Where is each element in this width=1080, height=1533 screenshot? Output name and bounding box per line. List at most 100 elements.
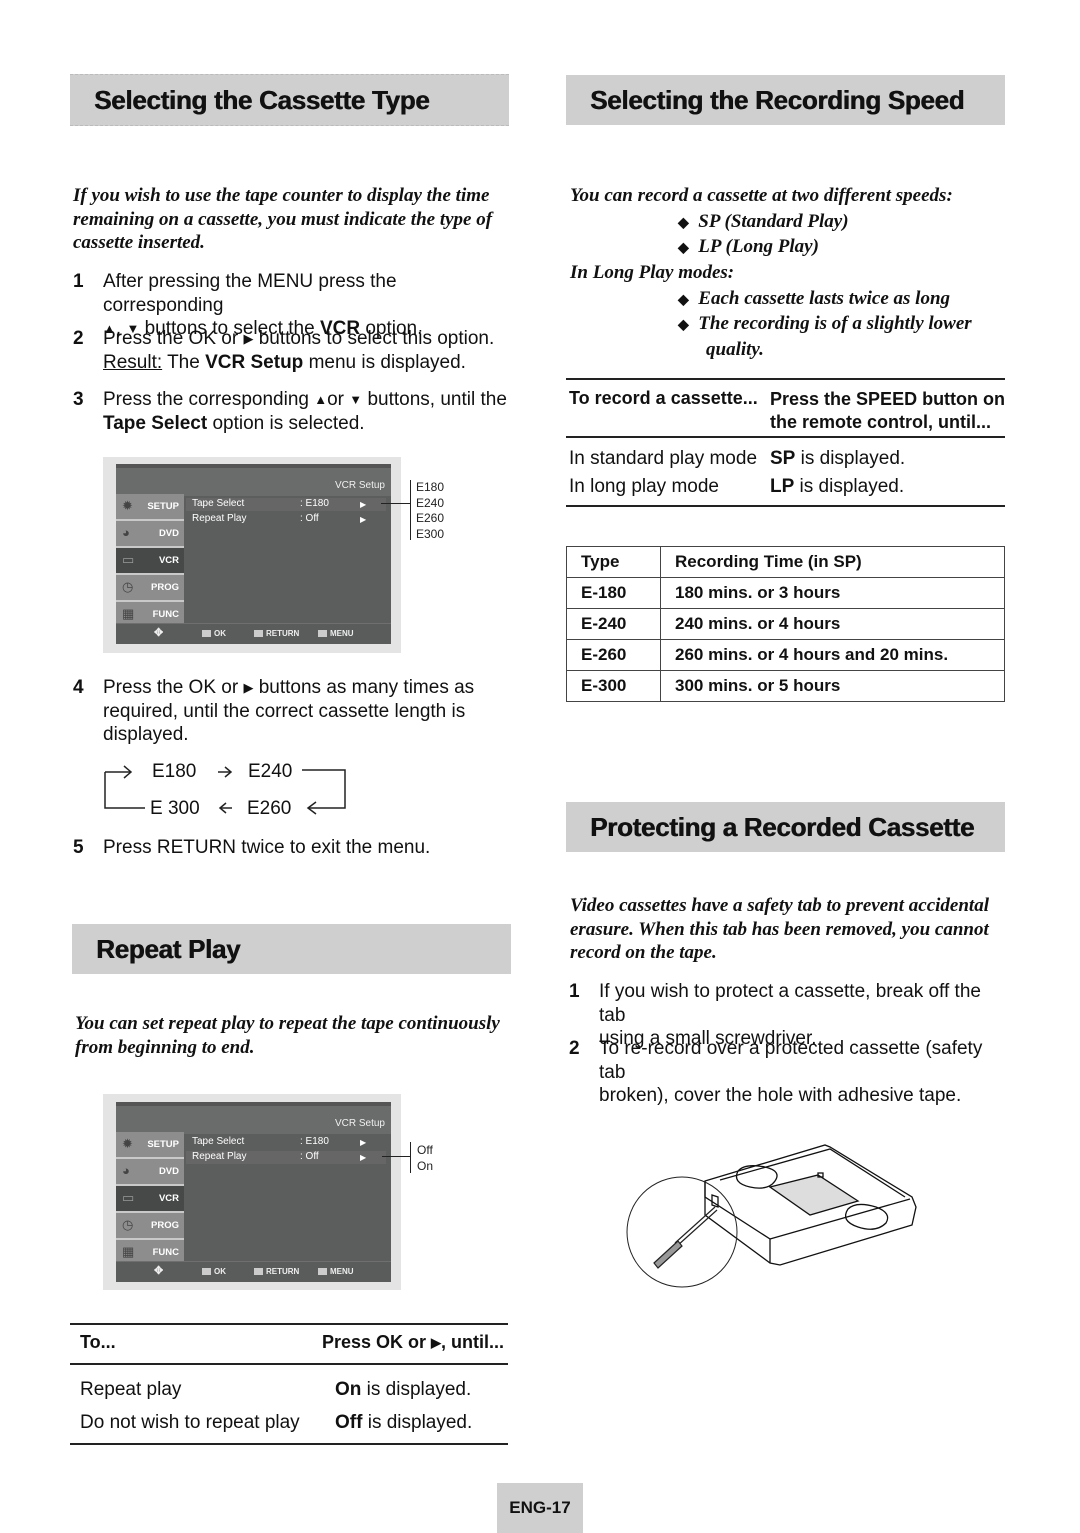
speed-option: ◆ SP (Standard Play) — [678, 211, 849, 232]
osd-menu-setup[interactable]: ✹ SETUP — [116, 494, 184, 521]
cycle-arrows — [104, 765, 346, 815]
down-arrow-icon: ▼ — [349, 392, 363, 407]
lp-note-cont: quality. — [706, 339, 764, 360]
osd-menu-dvd[interactable]: ◕ DVD — [116, 1159, 184, 1186]
intro-protecting: Video cassettes have a safety tab to pre… — [570, 895, 989, 963]
section-header-repeat-play: Repeat Play — [72, 924, 511, 974]
hand-icon: ▦ — [122, 1244, 135, 1259]
callout-bracket — [410, 1142, 411, 1173]
intro-cassette-type: If you wish to use the tape counter to d… — [73, 185, 493, 253]
section-header-cassette-type: Selecting the Cassette Type — [70, 74, 509, 126]
osd-menu-dvd[interactable]: ◕ DVD — [116, 521, 184, 548]
speed-table-row-result: SP is displayed. — [770, 448, 906, 469]
vcr-icon: ▭ — [122, 1190, 135, 1205]
diamond-bullet-icon: ◆ — [678, 241, 689, 256]
table-row: E-300 300 mins. or 5 hours — [566, 670, 1005, 702]
speed-option: ◆ LP (Long Play) — [678, 236, 819, 257]
osd-screenshot-repeat-play: VCR Setup ✹ SETUP ◕ DVD ▭ VCR ◷ PROG ▦ FUNC T… — [103, 1094, 401, 1290]
repeat-table-header-press: Press OK or ▶, until... — [322, 1332, 505, 1352]
step-1: 1 After pressing the MENU press the corr… — [73, 271, 423, 339]
osd-row-tape-select[interactable]: Tape Select : E180 ▶ — [186, 498, 386, 511]
ok-key-icon — [202, 1268, 211, 1275]
table-row: E-240 240 mins. or 4 hours — [566, 608, 1005, 640]
diamond-bullet-icon: ◆ — [678, 293, 689, 308]
heading-protecting: Protecting a Recorded Cassette — [590, 812, 975, 842]
speed-table-row-result: LP is displayed. — [770, 476, 905, 497]
speed-table-row: In long play mode — [569, 476, 719, 497]
dvd-disc-icon: ◕ — [122, 1163, 130, 1178]
dvd-disc-icon: ◕ — [122, 525, 130, 540]
cycle-e300: E 300 — [150, 798, 200, 819]
cassette-screwdriver-illustration — [626, 1144, 917, 1288]
step-4: 4 Press the OK or ▶ buttons as many time… — [73, 677, 475, 745]
right-arrow-icon: ▶ — [243, 331, 254, 346]
gear-icon: ✹ — [122, 1136, 133, 1151]
repeat-table-row: Do not wish to repeat play — [80, 1412, 300, 1433]
clock-icon: ◷ — [122, 579, 134, 594]
osd-row-tape-select[interactable]: Tape Select : E180 ▶ — [186, 1136, 386, 1149]
right-arrow-icon: ▶ — [431, 1335, 442, 1350]
osd-menu-prog[interactable]: ◷ PROG — [116, 575, 184, 602]
protect-step-2: 2 To re-record over a protected cassette… — [569, 1038, 983, 1106]
repeat-table-row: Repeat play — [80, 1379, 182, 1400]
osd-menu-vcr[interactable]: ▭ VCR — [116, 548, 184, 575]
diamond-bullet-icon: ◆ — [678, 216, 689, 231]
callout-bracket — [410, 480, 411, 540]
heading-cassette-type: Selecting the Cassette Type — [94, 85, 430, 115]
right-arrow-icon: ▶ — [360, 1153, 367, 1162]
heading-recording-speed: Selecting the Recording Speed — [590, 85, 965, 115]
move-icon: ✥ — [154, 627, 164, 639]
osd-screenshot-tape-select: VCR Setup ✹ SETUP ◕ DVD ▭ VCR ◷ PROG ▦ FUNC T… — [103, 457, 401, 653]
table-rule — [70, 1443, 508, 1445]
step-2: 2 Press the OK or ▶ buttons to select th… — [73, 328, 495, 373]
section-header-recording-speed: Selecting the Recording Speed — [566, 75, 1005, 125]
repeat-options-list: Off On — [417, 1143, 434, 1173]
ok-key-icon — [202, 630, 211, 637]
hand-icon: ▦ — [122, 606, 135, 621]
table-rule — [566, 505, 1005, 507]
speed-table-row: In standard play mode — [569, 448, 758, 469]
repeat-table-header-to: To... — [80, 1332, 116, 1352]
table-row: E-180 180 mins. or 3 hours — [566, 577, 1005, 609]
cycle-e240: E240 — [248, 761, 293, 782]
right-arrow-icon: ▶ — [360, 1138, 367, 1147]
cycle-e260: E260 — [247, 798, 292, 819]
osd-menu-vcr[interactable]: ▭ VCR — [116, 1186, 184, 1213]
heading-repeat-play: Repeat Play — [96, 934, 241, 964]
osd-footer: ✥ OK RETURN MENU — [116, 623, 391, 644]
speed-table-header-record: To record a cassette... — [569, 388, 758, 408]
callout-line — [381, 503, 411, 504]
osd-title: VCR Setup — [334, 1118, 385, 1129]
menu-key-icon — [318, 630, 327, 637]
cycle-e180: E180 — [152, 761, 197, 782]
osd-footer: ✥ OK RETURN MENU — [116, 1261, 391, 1282]
cassette-type-table: Type Recording Time (in SP) E-180 180 min… — [566, 546, 1005, 702]
osd-menu-prog[interactable]: ◷ PROG — [116, 1213, 184, 1240]
right-arrow-icon: ▶ — [243, 680, 254, 695]
right-arrow-icon: ▶ — [360, 515, 367, 524]
gear-icon: ✹ — [122, 498, 133, 513]
intro-repeat-play: You can set repeat play to repeat the ta… — [75, 1013, 500, 1058]
osd-title: VCR Setup — [334, 480, 385, 491]
callout-line — [382, 1156, 411, 1157]
lp-note: ◆ Each cassette lasts twice as long — [678, 288, 951, 309]
osd-screen: VCR Setup ✹ SETUP ◕ DVD ▭ VCR ◷ PROG ▦ FUNC T… — [116, 1102, 391, 1282]
vcr-icon: ▭ — [122, 552, 135, 567]
repeat-table-row-result: On is displayed. — [335, 1379, 472, 1400]
section-header-protecting: Protecting a Recorded Cassette — [566, 802, 1005, 852]
lp-heading: In Long Play modes: — [570, 262, 735, 283]
protect-step-1: 1 If you wish to protect a cassette, bre… — [569, 981, 981, 1049]
right-arrow-icon: ▶ — [360, 500, 367, 509]
tape-options-list: E180 E240 E260 E300 — [416, 480, 445, 541]
speed-table-header-press: Press the SPEED button on the remote con… — [770, 389, 1006, 432]
osd-row-repeat-play[interactable]: Repeat Play : Off ▶ — [186, 513, 386, 526]
vhs-cassette-icon — [704, 1144, 917, 1266]
osd-row-repeat-play[interactable]: Repeat Play : Off ▶ — [186, 1151, 386, 1164]
move-icon: ✥ — [154, 1265, 164, 1277]
table-rule — [566, 436, 1005, 438]
step-3: 3 Press the corresponding ▲or ▼ buttons,… — [73, 389, 507, 434]
return-key-icon — [254, 1268, 263, 1275]
osd-menu-setup[interactable]: ✹ SETUP — [116, 1132, 184, 1159]
diamond-bullet-icon: ◆ — [678, 318, 689, 333]
lp-note: ◆ The recording is of a slightly lower — [678, 313, 972, 334]
